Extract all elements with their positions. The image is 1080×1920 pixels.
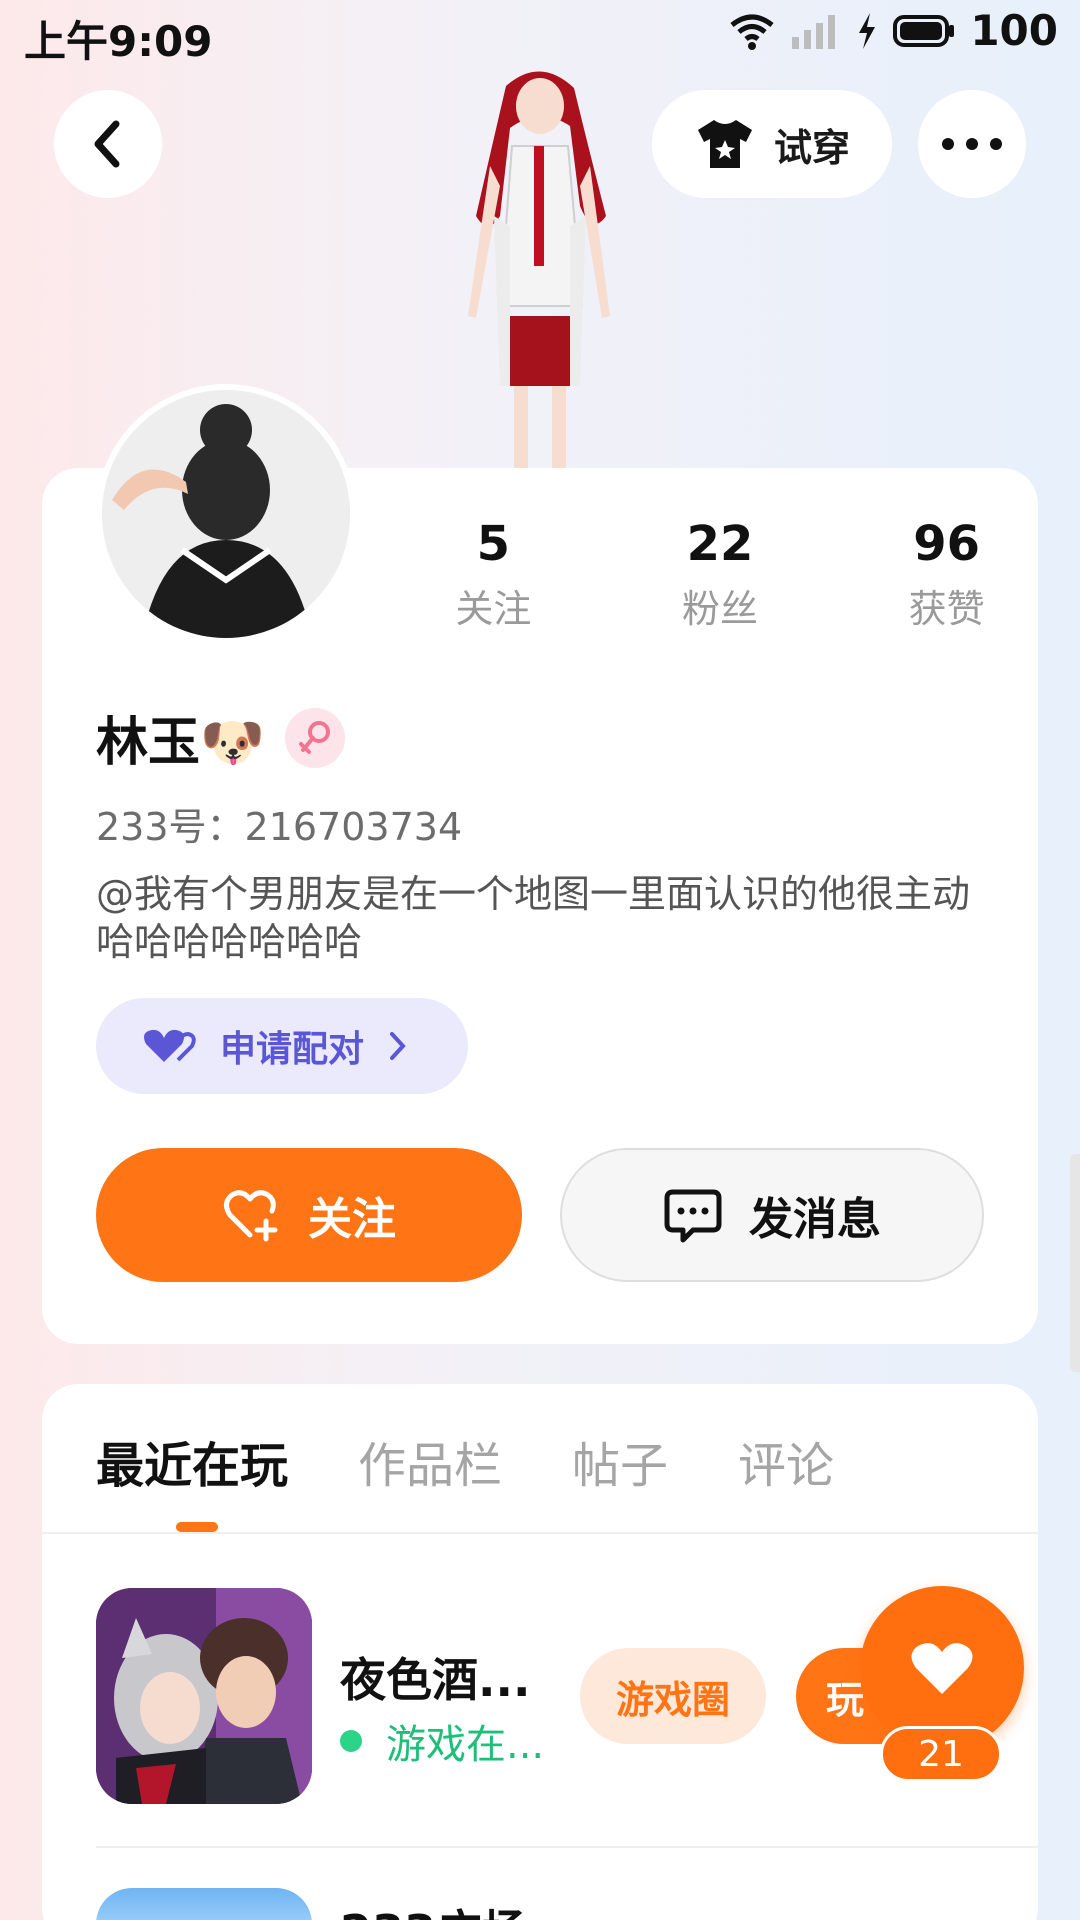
heart-icon [911,1643,973,1694]
double-heart-icon [144,1029,196,1062]
game-circle-button[interactable]: 游戏圈 [580,1648,766,1744]
status-icons: 100 [728,6,1058,55]
heart-plus-icon [224,1190,278,1242]
like-count: 21 [880,1726,1002,1782]
user-name: 林玉🐶 [96,713,265,773]
charging-icon [859,12,876,49]
stat-label: 获赞 [908,587,985,631]
tab-works[interactable]: 作品栏 [358,1426,502,1496]
wifi-icon [730,14,774,50]
row-divider [96,1846,1038,1848]
game-title: 233广场 [340,1896,528,1920]
signal-icon [792,14,836,49]
status-bar: 上午9:09 100 [0,0,1080,66]
chat-bubble-icon [664,1189,722,1243]
request-pair-label: 申请配对 [220,1029,365,1070]
try-on-button[interactable]: 试穿 [652,90,892,198]
stat-label: 关注 [455,587,532,631]
name-row: 林玉🐶 [96,700,345,775]
battery-level: 100 [970,6,1058,55]
tab-divider [42,1532,1038,1534]
stat-value: 5 [476,516,511,572]
game-status: 游戏在... [340,1712,544,1770]
follow-label: 关注 [308,1194,396,1245]
battery-icon [893,14,955,47]
send-message-button[interactable]: 发消息 [560,1148,984,1282]
stat-following[interactable]: 5 关注 [380,516,607,633]
avatar-image [102,390,350,638]
back-button[interactable] [54,90,162,198]
scroll-handle[interactable] [1070,1154,1080,1372]
chevron-left-icon [94,120,120,168]
chevron-right-icon [390,1032,406,1060]
tab-posts[interactable]: 帖子 [572,1426,668,1496]
tab-recently-played[interactable]: 最近在玩 [96,1426,288,1496]
profile-stats: 5 关注 22 粉丝 96 获赞 [380,516,1060,633]
status-time: 上午9:09 [24,17,213,66]
stat-value: 22 [686,516,754,572]
online-dot [340,1730,362,1752]
more-options-button[interactable] [918,90,1026,198]
character-avatar-image [468,71,610,470]
profile-tabs: 最近在玩 作品栏 帖子 评论 [96,1426,834,1496]
game-status-text: 游戏在... [386,1722,545,1768]
stat-followers[interactable]: 22 粉丝 [607,516,834,633]
more-icon [942,138,1002,150]
user-avatar[interactable] [96,384,356,644]
stat-label: 粉丝 [682,587,759,631]
follow-button[interactable]: 关注 [96,1148,522,1282]
active-tab-indicator [176,1522,218,1532]
stat-likes[interactable]: 96 获赞 [833,516,1060,633]
female-gender-icon [284,707,345,768]
game-icon[interactable] [96,1588,312,1804]
request-pair-button[interactable]: 申请配对 [96,998,468,1094]
game-icon[interactable] [96,1888,312,1920]
try-on-label: 试穿 [773,125,850,170]
user-id: 233号：216703734 [96,805,463,849]
user-bio: @我有个男朋友是在一个地图一里面认识的他很主动哈哈哈哈哈哈哈 [96,872,971,964]
send-message-label: 发消息 [749,1194,881,1245]
shirt-icon [697,120,752,168]
game-title: 夜色酒... [340,1653,531,1707]
stat-value: 96 [913,516,981,572]
tab-comments[interactable]: 评论 [738,1426,834,1496]
